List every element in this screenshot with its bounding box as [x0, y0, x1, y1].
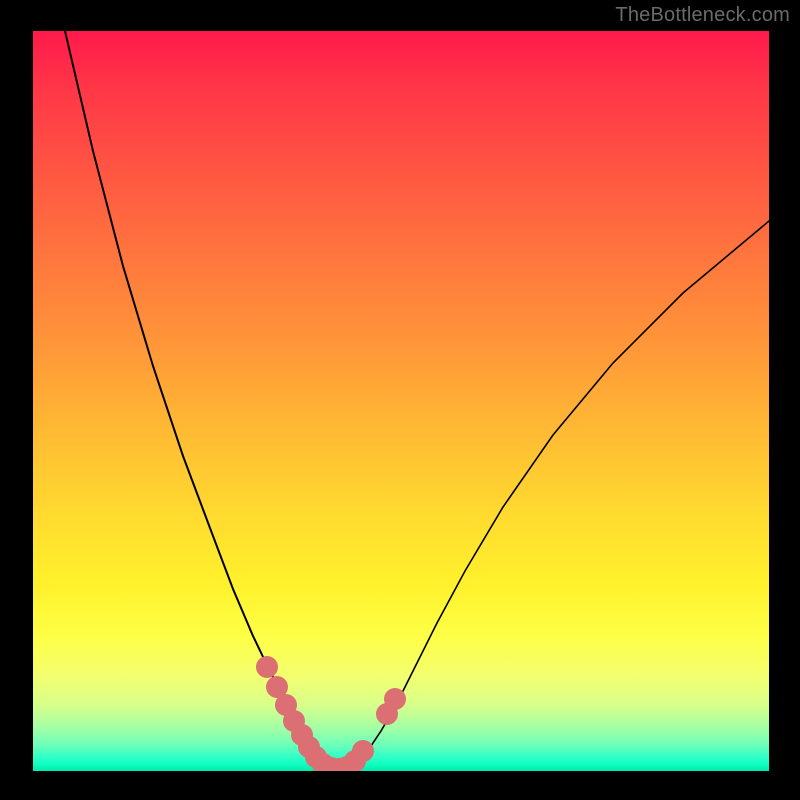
highlight-dots — [256, 656, 406, 771]
watermark-text: TheBottleneck.com — [615, 4, 790, 27]
highlight-dot — [384, 688, 406, 710]
curve-right — [333, 221, 769, 769]
highlight-dot — [352, 740, 374, 762]
chart-stage: TheBottleneck.com — [0, 0, 800, 800]
curve-left — [65, 31, 333, 769]
plot-area — [33, 31, 769, 771]
highlight-dot — [256, 656, 278, 678]
curve-layer — [33, 31, 769, 771]
